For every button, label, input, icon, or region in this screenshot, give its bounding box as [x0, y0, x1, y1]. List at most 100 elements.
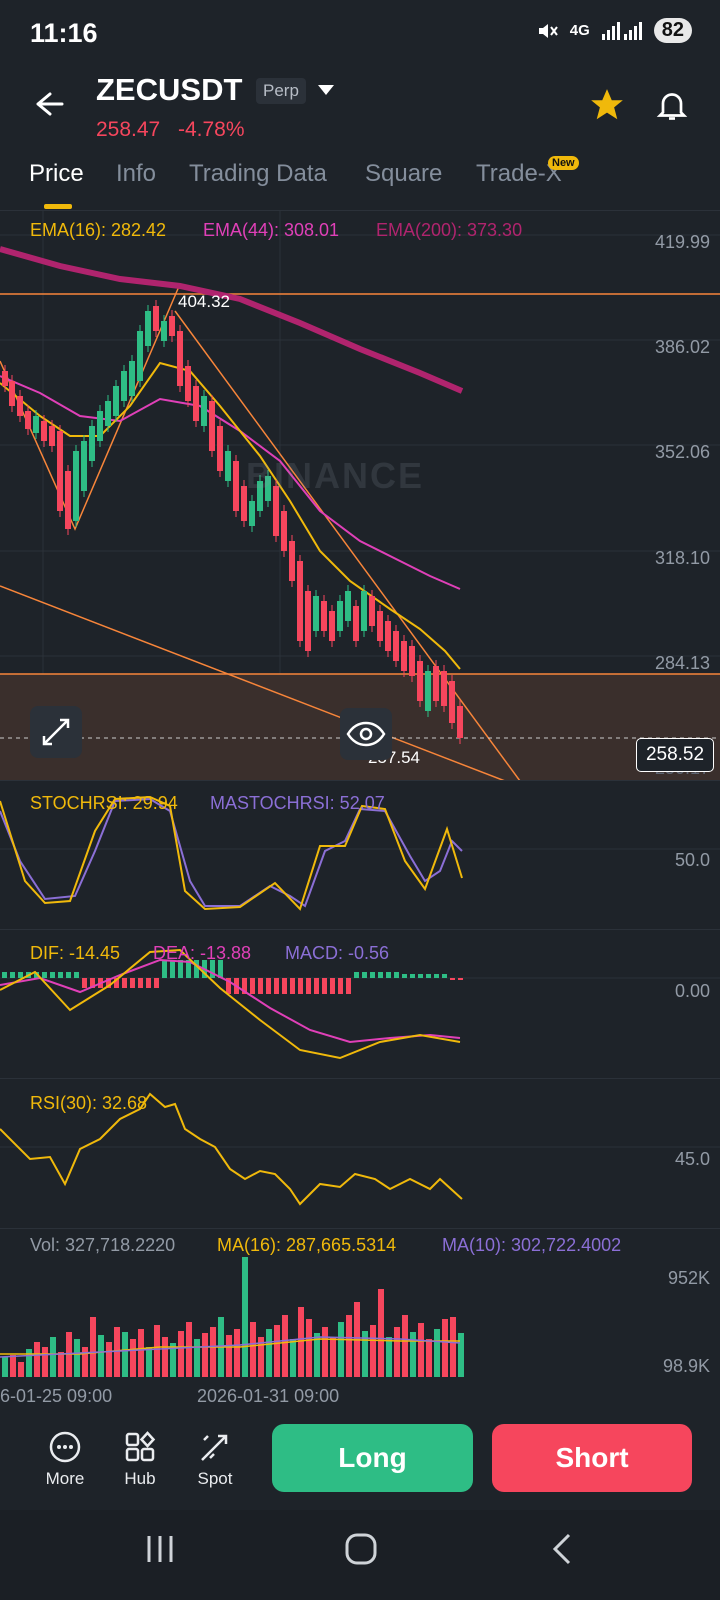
system-back-icon[interactable] — [550, 1532, 574, 1566]
volume-bar — [242, 1257, 248, 1377]
macd-bar — [386, 972, 391, 978]
volume-bar — [290, 1339, 296, 1377]
back-arrow-icon[interactable] — [30, 86, 66, 122]
candle-body — [97, 411, 103, 441]
symbol-title[interactable]: ZECUSDT — [96, 72, 242, 108]
candle-body — [353, 606, 359, 641]
home-icon[interactable] — [344, 1532, 378, 1566]
candle-body — [33, 416, 39, 433]
macd-bar — [146, 978, 151, 988]
macd-bar — [410, 974, 415, 978]
macd-bar — [266, 978, 271, 994]
macd-bar — [290, 978, 295, 994]
long-button[interactable]: Long — [272, 1424, 473, 1492]
candle-body — [297, 561, 303, 641]
candle-body — [281, 511, 287, 551]
volume-bar — [282, 1315, 288, 1377]
macd-bar — [122, 978, 127, 988]
macd-bar — [330, 978, 335, 994]
tab-price[interactable]: Price — [29, 160, 84, 188]
watermark: BINANCE — [246, 455, 425, 496]
macd-bar — [138, 978, 143, 988]
volume-bar — [98, 1335, 104, 1377]
rsi-label: RSI(30): 32.68 — [30, 1093, 148, 1113]
hub-label: Hub — [124, 1469, 156, 1488]
candle-body — [337, 601, 343, 631]
vol-axis-bottom: 98.9K — [662, 1356, 710, 1376]
bell-icon[interactable] — [654, 86, 690, 124]
macd-bar — [434, 974, 439, 978]
price-change: -4.78% — [178, 118, 245, 141]
spot-button[interactable]: Spot — [180, 1430, 250, 1489]
contract-type-badge: Perp — [256, 78, 306, 104]
candle-body — [89, 426, 95, 461]
candle-body — [377, 611, 383, 641]
candle-body — [449, 681, 455, 723]
candle-body — [401, 641, 407, 671]
macd-bar — [402, 974, 407, 978]
volume-bar — [18, 1362, 24, 1377]
macd-bar — [250, 978, 255, 994]
vol-axis-top: 952K — [667, 1268, 710, 1288]
macd-bar — [82, 978, 87, 988]
signal-icon — [601, 21, 642, 40]
tab-square[interactable]: Square — [365, 160, 442, 188]
volume-bar — [450, 1317, 456, 1377]
ema16-label: EMA(16): 282.42 — [30, 220, 167, 240]
candle-body — [409, 646, 415, 676]
volume-bar — [138, 1329, 144, 1377]
tab-trading-data[interactable]: Trading Data — [189, 160, 327, 188]
candle-body — [361, 591, 367, 631]
candle-body — [345, 591, 351, 621]
volume-bar — [34, 1342, 40, 1377]
hub-button[interactable]: Hub — [105, 1430, 175, 1489]
macd-bar — [2, 972, 7, 978]
vol-ma10-label: MA(10): 302,722.4002 — [442, 1235, 622, 1255]
star-icon[interactable] — [588, 86, 626, 124]
macd-bar — [274, 978, 279, 994]
tab-info[interactable]: Info — [116, 160, 156, 188]
price-axis-1: 419.99 — [654, 232, 710, 252]
ema200-line — [0, 246, 464, 394]
mute-icon — [538, 23, 558, 38]
more-label: More — [45, 1469, 85, 1488]
candle-body — [105, 401, 111, 426]
fullscreen-button[interactable] — [30, 706, 82, 758]
volume-bar — [162, 1337, 168, 1377]
candle-body — [393, 631, 399, 661]
candle-body — [73, 451, 79, 521]
volume-bar — [74, 1339, 80, 1377]
volume-bar — [274, 1325, 280, 1377]
macd-bar — [346, 978, 351, 994]
volume-bar — [154, 1325, 160, 1377]
current-price-tag: 258.52 — [636, 738, 714, 772]
caret-down-icon[interactable] — [316, 82, 336, 98]
volume-bar — [418, 1323, 424, 1377]
system-nav-bar — [0, 1510, 720, 1600]
macd-bar — [378, 972, 383, 978]
macd-bar — [458, 978, 463, 980]
macd-bar — [442, 974, 447, 978]
candle-body — [153, 306, 159, 331]
hub-icon — [125, 1431, 156, 1462]
time-axis-2: 2026-01-31 09:00 — [197, 1386, 340, 1406]
macd-bar — [10, 972, 15, 978]
candle-body — [145, 311, 151, 346]
volume-bar — [458, 1333, 464, 1377]
candle-body — [385, 621, 391, 651]
status-time: 11:16 — [30, 18, 98, 48]
volume-bar — [82, 1347, 88, 1377]
macd-bar — [338, 978, 343, 994]
macd-bar — [394, 972, 399, 978]
volume-bar — [58, 1352, 64, 1377]
candle-body — [233, 461, 239, 511]
visibility-button[interactable] — [340, 708, 392, 760]
macd-bar — [322, 978, 327, 994]
dif-label: DIF: -14.45 — [30, 943, 121, 963]
recents-icon[interactable] — [144, 1532, 176, 1566]
volume-bar — [442, 1319, 448, 1377]
short-button[interactable]: Short — [492, 1424, 692, 1492]
rsi-axis: 45.0 — [674, 1149, 710, 1169]
macd-bar — [314, 978, 319, 994]
more-button[interactable]: More — [30, 1430, 100, 1489]
